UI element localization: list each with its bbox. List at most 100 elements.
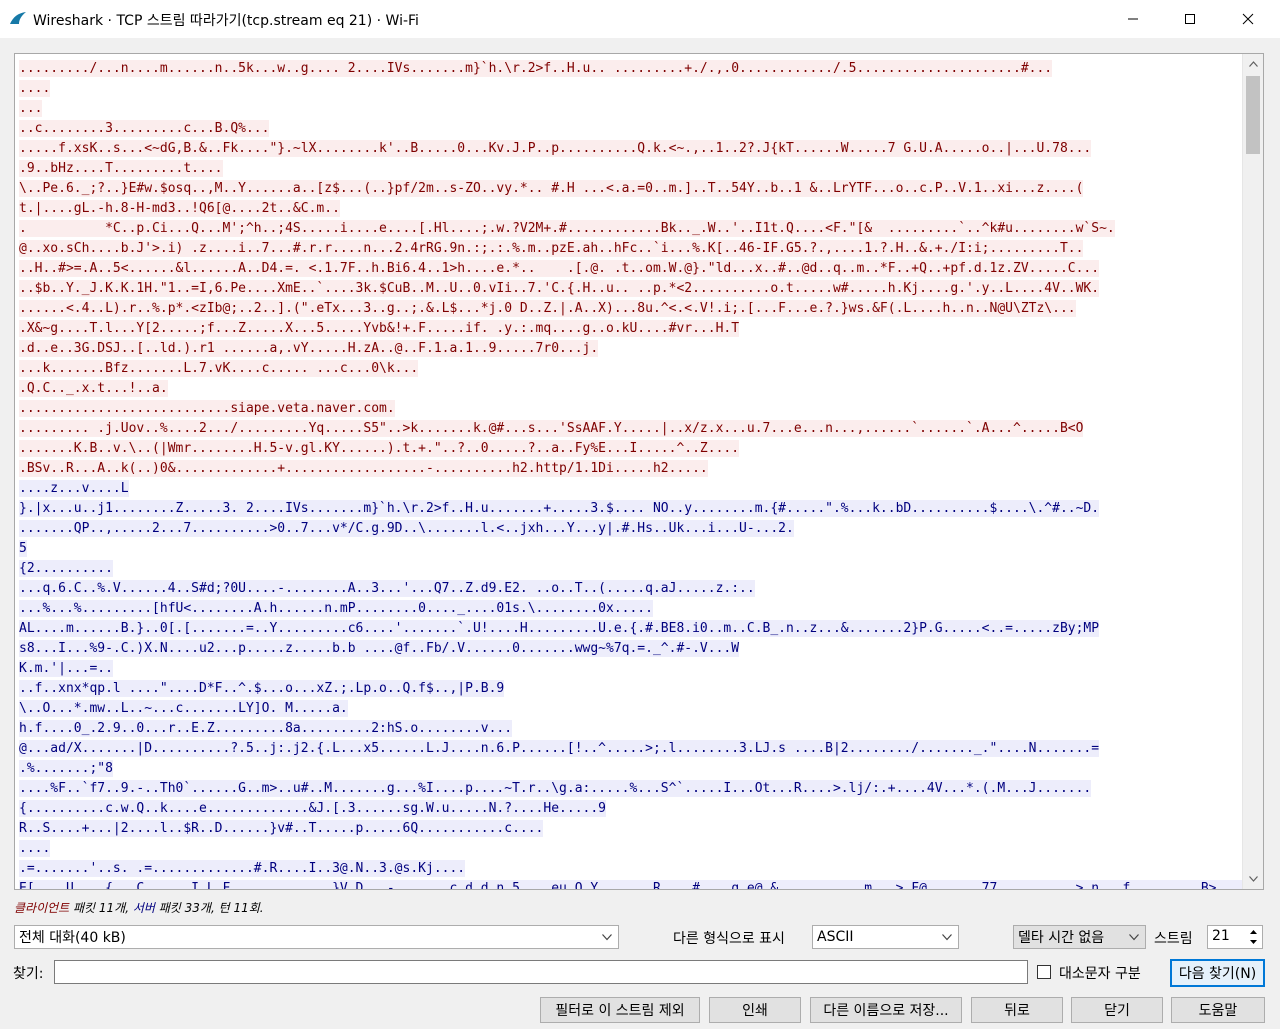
case-sensitive-label: 대소문자 구분 bbox=[1059, 966, 1141, 982]
stream-line-text: . *C..p.Ci...Q...M';^h..;4S.....i....e..… bbox=[19, 220, 1115, 237]
stream-line-text: ....%F..`f7..9.-..Th0`......G..m>..u#..M… bbox=[19, 780, 1092, 797]
server-stream-line: .=.......'..s. .=.............#.R....I..… bbox=[19, 859, 1245, 879]
stream-line-text: ... bbox=[19, 100, 43, 117]
help-button[interactable]: 도움말 bbox=[1171, 997, 1265, 1023]
window-title: Wireshark · TCP 스트림 따라가기(tcp.stream eq 2… bbox=[33, 13, 419, 29]
server-stream-line: ..f..xnx*qp.l ...."....D*F..^.$...o...xZ… bbox=[19, 679, 1245, 699]
show-as-label: 다른 형식으로 표시 bbox=[673, 931, 785, 947]
stream-line-text: ..$b..Y._J.K.K.1H."1..=I,6.Pe....XmE..`.… bbox=[19, 280, 1100, 297]
client-stream-line: .d..e..3G.DSJ..[..ld.).r1 ......a,.vY...… bbox=[19, 339, 1245, 359]
delta-time-select[interactable]: 델타 시간 없음 bbox=[1013, 925, 1146, 949]
client-stream-line: ......... .j.Uov..%....2.../.........Yq.… bbox=[19, 419, 1245, 439]
stream-line-text: .d..e..3G.DSJ..[..ld.).r1 ......a,.vY...… bbox=[19, 340, 599, 357]
stream-line-text: ..f..xnx*qp.l ...."....D*F..^.$...o...xZ… bbox=[19, 680, 505, 697]
summary-server-packets: 패킷 33개, 턴 11회. bbox=[154, 901, 264, 915]
client-stream-line: ... bbox=[19, 99, 1245, 119]
help-label: 도움말 bbox=[1198, 1003, 1238, 1019]
find-next-button[interactable]: 다음 찾기(N) bbox=[1170, 959, 1265, 987]
stream-label: 스트림 bbox=[1154, 931, 1193, 947]
stream-line-text: E[ U { C I L F }V D - c d d n 5 eu Q Y R… bbox=[19, 880, 1245, 889]
save-as-button[interactable]: 다른 이름으로 저장... bbox=[810, 997, 962, 1023]
stream-line-text: .=.......'..s. .=.............#.R....I..… bbox=[19, 860, 466, 877]
scroll-up-button[interactable] bbox=[1243, 54, 1263, 74]
server-stream-line: @...ad/X.......|D..........?.5..j:.j2.{.… bbox=[19, 739, 1245, 759]
maximize-button[interactable] bbox=[1167, 0, 1213, 38]
server-stream-line: .......QP..,.....2...7..........>0..7...… bbox=[19, 519, 1245, 539]
case-sensitive-checkbox[interactable] bbox=[1037, 965, 1051, 979]
stream-line-text: t.|....gL.-h.8-H-md3..!Q6[@....2t..&C.m.… bbox=[19, 200, 340, 217]
client-stream-line: ..c........3.........c...B.Q%... bbox=[19, 119, 1245, 139]
show-as-select[interactable]: ASCII bbox=[812, 925, 959, 949]
maximize-icon bbox=[1185, 14, 1195, 24]
back-label: 뒤로 bbox=[1004, 1003, 1030, 1019]
client-stream-line: .......K.B..v.\..(|Wmr........H.5-v.gl.K… bbox=[19, 439, 1245, 459]
stream-line-text: .... bbox=[19, 80, 51, 97]
stream-line-text: ....z...v....L bbox=[19, 480, 129, 497]
print-button[interactable]: 인쇄 bbox=[709, 997, 801, 1023]
find-label: 찾기: bbox=[13, 966, 44, 982]
stream-line-text: \..O...*.mw..L..~...c.......LY]O. M.....… bbox=[19, 700, 348, 717]
close-window-button[interactable] bbox=[1225, 0, 1271, 38]
find-next-label: 다음 찾기(N) bbox=[1178, 966, 1257, 982]
stream-line-text: .... bbox=[19, 840, 51, 857]
stream-line-text: AL....m......B.}..0[.[.......=..Y.......… bbox=[19, 620, 1100, 637]
stream-line-text: ..H..#>=.A..5<......&l......A..D4.=. <.1… bbox=[19, 260, 1100, 277]
server-stream-line: ....z...v....L bbox=[19, 479, 1245, 499]
stream-line-text: 5 bbox=[19, 540, 27, 557]
back-button[interactable]: 뒤로 bbox=[971, 997, 1063, 1023]
stream-content-panel[interactable]: ........./...n....m......n..5k...w..g...… bbox=[14, 53, 1264, 890]
scroll-down-button[interactable] bbox=[1243, 869, 1263, 889]
server-stream-line: AL....m......B.}..0[.[.......=..Y.......… bbox=[19, 619, 1245, 639]
server-stream-line: .... bbox=[19, 839, 1245, 859]
filter-out-stream-button[interactable]: 필터로 이 스트림 제외 bbox=[540, 997, 700, 1023]
chevron-down-icon bbox=[602, 934, 612, 941]
server-stream-line: \..O...*.mw..L..~...c.......LY]O. M.....… bbox=[19, 699, 1245, 719]
client-stream-line: ......<.4..L).r..%.p*.<zIb@;..2..].(".eT… bbox=[19, 299, 1245, 319]
client-stream-line: ...k.......Bfz.......L.7.vK....c..... ..… bbox=[19, 359, 1245, 379]
spin-up-button[interactable] bbox=[1246, 927, 1260, 937]
server-stream-line: s8...I...%9-.C.)X.N....u2...p.....z.....… bbox=[19, 639, 1245, 659]
close-label: 닫기 bbox=[1104, 1003, 1130, 1019]
stream-line-text: ...q.6.C..%.V......4..S#d;?0U....-......… bbox=[19, 580, 755, 597]
server-stream-line: .%.......;"8 bbox=[19, 759, 1245, 779]
server-stream-line: 5 bbox=[19, 539, 1245, 559]
scroll-thumb[interactable] bbox=[1246, 76, 1260, 154]
stream-line-text: ......... .j.Uov..%....2.../.........Yq.… bbox=[19, 420, 1084, 437]
client-stream-line: ..$b..Y._J.K.K.1H."1..=I,6.Pe....XmE..`.… bbox=[19, 279, 1245, 299]
vertical-scrollbar[interactable] bbox=[1242, 54, 1263, 889]
stream-text: ........./...n....m......n..5k...w..g...… bbox=[19, 59, 1245, 889]
stream-line-text: .Q.C.._.x.t...!..a. bbox=[19, 380, 168, 397]
stream-line-text: .%.......;"8 bbox=[19, 760, 113, 777]
show-as-select-value: ASCII bbox=[817, 929, 854, 945]
stream-line-text: .X&~g....T.l...Y[2.....;f...Z.....X...5.… bbox=[19, 320, 740, 337]
server-stream-line: E[ U { C I L F }V D - c d d n 5 eu Q Y R… bbox=[19, 879, 1245, 889]
stream-line-text: ......<.4..L).r..%.p*.<zIb@;..2..].(".eT… bbox=[19, 300, 1076, 317]
close-button[interactable]: 닫기 bbox=[1071, 997, 1163, 1023]
title-bar: Wireshark · TCP 스트림 따라가기(tcp.stream eq 2… bbox=[0, 0, 1280, 38]
client-stream-line: .... bbox=[19, 79, 1245, 99]
close-icon bbox=[1242, 13, 1254, 25]
stream-line-text: \..Pe.6._;?..}E#w.$osq..,M..Y......a..[z… bbox=[19, 180, 1084, 197]
client-stream-line: t.|....gL.-h.8-H-md3..!Q6[@....2t..&C.m.… bbox=[19, 199, 1245, 219]
conversation-select[interactable]: 전체 대화(40 kB) bbox=[14, 925, 619, 949]
client-stream-line: @..xo.sCh....b.J'>.i) .z....i..7...#.r.r… bbox=[19, 239, 1245, 259]
stream-summary: 클라이언트 패킷 11개, 서버 패킷 33개, 턴 11회. bbox=[14, 899, 264, 916]
stream-line-text: @...ad/X.......|D..........?.5..j:.j2.{.… bbox=[19, 740, 1100, 757]
minimize-button[interactable] bbox=[1110, 0, 1156, 38]
server-stream-line: ...%...%.........[hfU<........A.h......n… bbox=[19, 599, 1245, 619]
conversation-select-value: 전체 대화(40 kB) bbox=[19, 930, 126, 946]
summary-client-label: 클라이언트 bbox=[14, 901, 70, 915]
client-stream-line: . *C..p.Ci...Q...M';^h..;4S.....i....e..… bbox=[19, 219, 1245, 239]
server-stream-line: ...q.6.C..%.V......4..S#d;?0U....-......… bbox=[19, 579, 1245, 599]
server-stream-line: {..........c.w.Q..k....e.............&J.… bbox=[19, 799, 1245, 819]
client-stream-line: ........./...n....m......n..5k...w..g...… bbox=[19, 59, 1245, 79]
triangle-up-icon bbox=[1249, 930, 1257, 934]
save-as-label: 다른 이름으로 저장... bbox=[823, 1003, 949, 1019]
spin-down-button[interactable] bbox=[1246, 937, 1260, 947]
find-input[interactable] bbox=[54, 960, 1028, 984]
client-stream-line: ...........................siape.veta.na… bbox=[19, 399, 1245, 419]
chevron-down-icon bbox=[1129, 934, 1139, 941]
stream-line-text: {..........c.w.Q..k....e.............&J.… bbox=[19, 800, 606, 817]
print-label: 인쇄 bbox=[742, 1003, 768, 1019]
stream-number-spinbox[interactable]: 21 bbox=[1207, 925, 1263, 949]
